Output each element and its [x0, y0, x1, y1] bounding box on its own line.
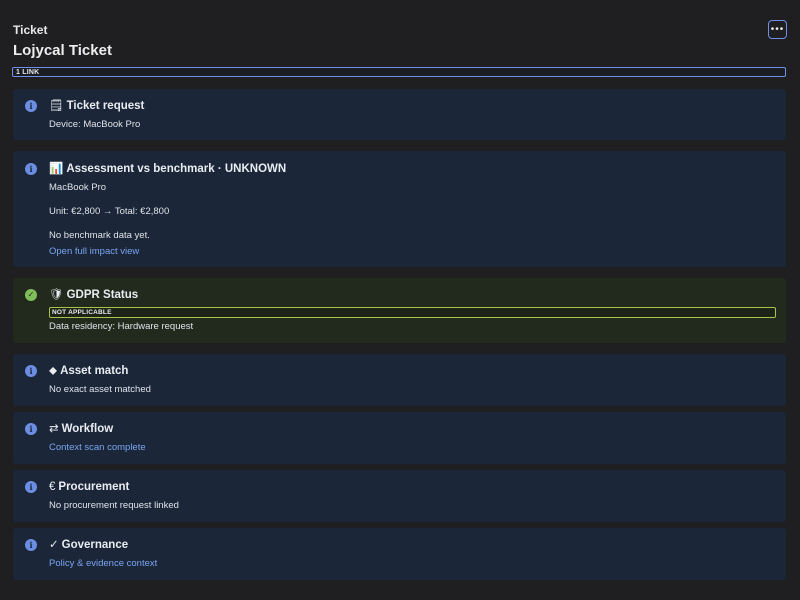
- benchmark-note: No benchmark data yet.: [49, 230, 150, 241]
- gdpr-status-card: ✓ 🛡 GDPR Status NOT APPLICABLE Data resid…: [13, 278, 786, 343]
- euro-icon: €: [49, 481, 56, 493]
- info-icon: i: [25, 163, 37, 175]
- open-impact-view-link[interactable]: Open full impact view: [49, 246, 776, 258]
- check-circle-icon: ✓: [25, 289, 37, 301]
- more-options-button[interactable]: •••: [768, 20, 787, 39]
- links-bar[interactable]: 1 LINK: [12, 67, 786, 77]
- info-icon: i: [25, 100, 37, 112]
- procurement-card: i € Procurement No procurement request li…: [13, 470, 786, 522]
- product-name: MacBook Pro: [49, 182, 107, 193]
- card-title: 📊 Assessment vs benchmark · UNKNOWN: [49, 163, 287, 175]
- ellipsis-icon: •••: [770, 23, 785, 35]
- card-title: € Procurement: [49, 481, 130, 493]
- swap-arrows-icon: ⇄: [49, 423, 59, 435]
- info-icon: i: [25, 481, 37, 493]
- gdpr-status-badge: NOT APPLICABLE: [49, 307, 776, 318]
- diamond-icon: ⬥: [49, 365, 58, 377]
- asset-match-text: No exact asset matched: [49, 384, 151, 395]
- checkmark-icon: ✓: [49, 539, 59, 551]
- pricing-line: Unit: €2,800 → Total: €2,800: [49, 206, 170, 217]
- card-title: ⇄ Workflow: [49, 423, 114, 435]
- device-line: Device: MacBook Pro: [49, 119, 141, 130]
- page-header: Ticket Lojycal Ticket: [13, 22, 112, 60]
- info-icon: i: [25, 539, 37, 551]
- procurement-text: No procurement request linked: [49, 500, 179, 511]
- links-count-label: 1 LINK: [16, 68, 40, 76]
- bar-chart-icon: 📊: [49, 163, 64, 175]
- card-title: ✓ Governance: [49, 539, 129, 551]
- page-kicker: Ticket: [13, 23, 48, 37]
- data-residency-line: Data residency: Hardware request: [49, 321, 194, 332]
- info-icon: i: [25, 423, 37, 435]
- notepad-icon: 🗒: [49, 100, 64, 112]
- ticket-request-card: i 🗒 Ticket request Device: MacBook Pro: [13, 89, 786, 140]
- workflow-card: i ⇄ Workflow Context scan complete: [13, 412, 786, 464]
- card-title: 🗒 Ticket request: [49, 100, 145, 112]
- policy-evidence-link[interactable]: Policy & evidence context: [49, 558, 776, 570]
- page-title: Lojycal Ticket: [13, 42, 112, 59]
- asset-match-card: i ⬥ Asset match No exact asset matched: [13, 354, 786, 406]
- context-scan-link[interactable]: Context scan complete: [49, 442, 776, 454]
- assessment-card: i 📊 Assessment vs benchmark · UNKNOWN Mac…: [13, 151, 786, 267]
- info-icon: i: [25, 365, 37, 377]
- card-title: ⬥ Asset match: [49, 365, 129, 377]
- shield-icon: 🛡: [49, 289, 64, 301]
- card-title: 🛡 GDPR Status: [49, 289, 139, 301]
- governance-card: i ✓ Governance Policy & evidence context: [13, 528, 786, 580]
